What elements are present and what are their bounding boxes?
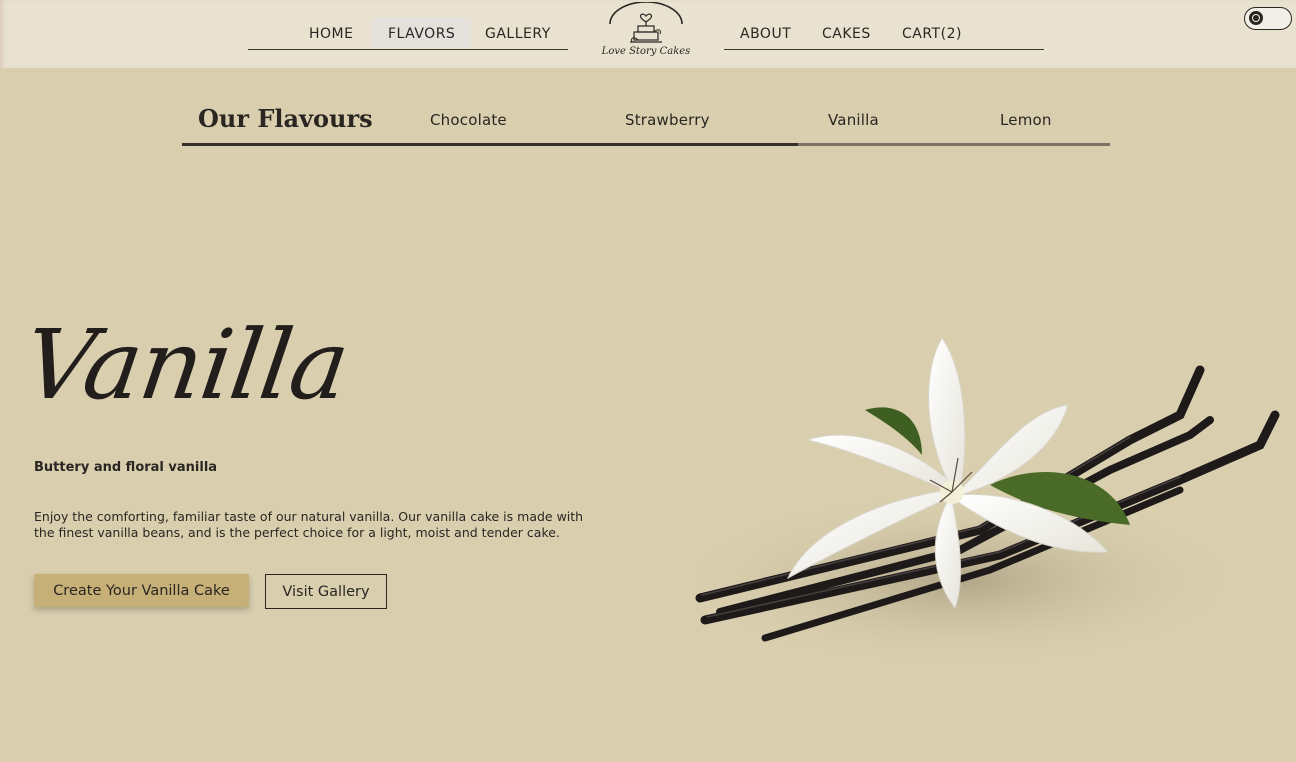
nav-cakes-link[interactable]: CAKES xyxy=(806,18,887,48)
nav-home-link[interactable]: HOME xyxy=(293,18,369,48)
tab-vanilla[interactable]: Vanilla xyxy=(828,111,879,129)
flavour-tagline: Buttery and floral vanilla xyxy=(34,460,218,475)
top-navigation-bar: HOME FLAVORS GALLERY Love Story Cakes AB… xyxy=(0,0,1296,68)
tab-strawberry[interactable]: Strawberry xyxy=(625,111,710,129)
brand-logo[interactable]: Love Story Cakes xyxy=(596,1,696,66)
flavours-heading: Our Flavours xyxy=(198,104,373,133)
nav-flavors-link[interactable]: FLAVORS xyxy=(372,18,472,48)
theme-toggle-switch[interactable] xyxy=(1244,7,1292,30)
visit-gallery-button[interactable]: Visit Gallery xyxy=(265,574,387,609)
brand-logo-text: Love Story Cakes xyxy=(601,46,691,57)
nav-gallery-link[interactable]: GALLERY xyxy=(469,18,567,48)
nav-right-group: ABOUT CAKES CART(2) xyxy=(724,14,1044,50)
vanilla-flower-image xyxy=(670,337,1280,670)
flavour-description: Enjoy the comforting, familiar taste of … xyxy=(34,509,584,540)
create-cake-button[interactable]: Create Your Vanilla Cake xyxy=(34,574,249,607)
nav-about-link[interactable]: ABOUT xyxy=(724,18,807,48)
tab-chocolate[interactable]: Chocolate xyxy=(430,111,507,129)
tab-track-remaining xyxy=(798,143,1110,146)
flavour-hero-title: Vanilla xyxy=(17,309,355,421)
cake-heart-logo-icon xyxy=(609,1,683,43)
tab-lemon[interactable]: Lemon xyxy=(1000,111,1052,129)
nav-cart-link[interactable]: CART(2) xyxy=(886,18,978,48)
theme-toggle-icon xyxy=(1249,11,1263,25)
nav-left-group: HOME FLAVORS GALLERY xyxy=(248,14,568,50)
tab-track-progress xyxy=(182,143,798,146)
